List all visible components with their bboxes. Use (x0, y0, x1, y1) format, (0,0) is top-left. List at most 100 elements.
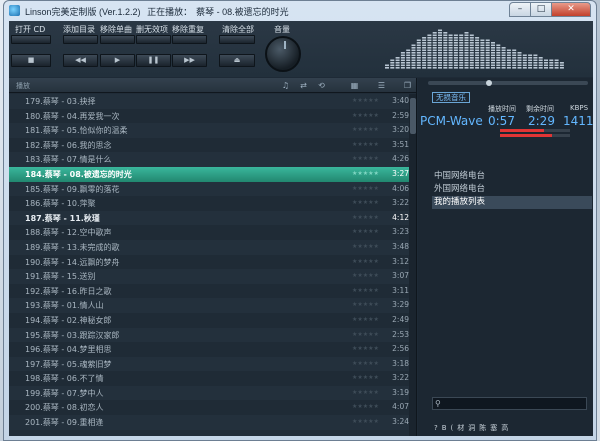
volume-label: 音量 (274, 25, 290, 34)
rating-stars[interactable]: ★★★★★ (352, 155, 379, 162)
rating-stars[interactable]: ★★★★★ (352, 301, 379, 308)
play-button[interactable]: ▶ (100, 54, 135, 67)
track-row[interactable]: 196.蔡琴 - 04.梦里相思 ★★★★★ 2:56 (9, 342, 409, 357)
music-note-icon[interactable]: ♫ (281, 81, 290, 90)
minimize-button[interactable]: – (509, 2, 531, 17)
maximize-button[interactable]: □ (530, 2, 552, 17)
track-row[interactable]: 183.蔡琴 - 07.情是什么 ★★★★★ 4:26 (9, 152, 409, 167)
bitrate-display: 1411 (563, 114, 594, 128)
previous-button[interactable]: ◀◀ (63, 54, 98, 67)
track-row[interactable]: 184.蔡琴 - 08.被遗忘的时光 ★★★★★ 3:27 (9, 166, 409, 182)
track-name: 197.蔡琴 - 05.魂萦旧梦 (25, 359, 112, 369)
rating-stars[interactable]: ★★★★★ (352, 272, 379, 279)
rating-stars[interactable]: ★★★★★ (352, 403, 379, 410)
track-row[interactable]: 193.蔡琴 - 01.情人山 ★★★★★ 3:29 (9, 298, 409, 313)
rating-stars[interactable]: ★★★★★ (352, 199, 379, 206)
rating-stars[interactable]: ★★★★★ (352, 228, 379, 235)
track-row[interactable]: 181.蔡琴 - 05.恰似你的温柔 ★★★★★ 3:20 (9, 123, 409, 138)
track-row[interactable]: 189.蔡琴 - 13.未完成的歌 ★★★★★ 3:48 (9, 239, 409, 255)
playlist-item[interactable]: 中国网络电台 (432, 170, 592, 183)
tab-lossless[interactable]: 无损音乐 (432, 92, 470, 103)
track-row[interactable]: 201.蔡琴 - 09.重相逢 ★★★★★ 3:24 (9, 415, 409, 430)
track-row[interactable]: 191.蔡琴 - 15.送别 ★★★★★ 3:07 (9, 269, 409, 284)
track-row[interactable]: 190.蔡琴 - 14.远飘的梦舟 ★★★★★ 3:12 (9, 254, 409, 270)
volume-knob[interactable] (265, 36, 301, 72)
tool-button[interactable]: 塞 (490, 423, 497, 433)
track-row[interactable]: 188.蔡琴 - 12.空中歌声 ★★★★★ 3:23 (9, 225, 409, 240)
close-button[interactable]: ✕ (551, 2, 591, 17)
track-row[interactable]: 185.蔡琴 - 09.飘零的落花 ★★★★★ 4:06 (9, 181, 409, 197)
rating-stars[interactable]: ★★★★★ (352, 170, 379, 177)
scrollbar-thumb[interactable] (410, 98, 416, 134)
rating-stars[interactable]: ★★★★★ (352, 287, 379, 294)
tool-button[interactable]: 陈 (479, 423, 486, 433)
tool-button[interactable]: B (442, 424, 447, 432)
rating-stars[interactable]: ★★★★★ (352, 126, 379, 133)
track-duration: 4:07 (392, 402, 409, 412)
rating-stars[interactable]: ★★★★★ (352, 97, 379, 104)
rating-stars[interactable]: ★★★★★ (352, 360, 379, 367)
playlist-item[interactable]: 外国网络电台 (432, 183, 592, 196)
track-row[interactable]: 179.蔡琴 - 03.抉择 ★★★★★ 3:40 (9, 94, 409, 109)
seek-handle[interactable] (486, 80, 492, 86)
rating-stars[interactable]: ★★★★★ (352, 112, 379, 119)
rating-stars[interactable]: ★★★★★ (352, 418, 379, 425)
track-row[interactable]: 192.蔡琴 - 16.昨日之歌 ★★★★★ 3:11 (9, 283, 409, 299)
grid-view-icon[interactable]: ▦ (350, 81, 359, 90)
rating-stars[interactable]: ★★★★★ (352, 345, 379, 352)
tool-strip: ? B (材洞陈塞高 (434, 423, 512, 433)
rating-stars[interactable]: ★★★★★ (352, 243, 379, 250)
search-input[interactable]: ⚲ (432, 397, 587, 410)
track-row[interactable]: 198.蔡琴 - 06.不了情 ★★★★★ 3:22 (9, 371, 409, 386)
clear-all-button[interactable] (219, 35, 255, 44)
tool-button[interactable]: 洞 (468, 423, 475, 433)
track-row[interactable]: 182.蔡琴 - 06.我的思念 ★★★★★ 3:51 (9, 137, 409, 153)
open-cd-button[interactable] (11, 35, 51, 44)
track-row[interactable]: 180.蔡琴 - 04.再爱我一次 ★★★★★ 2:59 (9, 108, 409, 124)
track-list-scrollbar[interactable] (409, 94, 416, 436)
list-view-icon[interactable]: ☰ (377, 81, 386, 90)
track-duration: 3:51 (392, 139, 409, 149)
track-row[interactable]: 199.蔡琴 - 07.梦中人 ★★★★★ 3:19 (9, 385, 409, 401)
eject-button[interactable]: ⏏ (219, 54, 255, 67)
track-name: 180.蔡琴 - 04.再爱我一次 (25, 111, 120, 121)
rating-stars[interactable]: ★★★★★ (352, 331, 379, 338)
tool-button[interactable]: ? (434, 424, 438, 432)
track-name: 195.蔡琴 - 03.跟踪汉家郎 (25, 330, 120, 340)
pause-button[interactable]: ❚❚ (136, 54, 171, 67)
window-mode-icon[interactable]: ❐ (403, 81, 412, 90)
track-name: 186.蔡琴 - 10.萍聚 (25, 199, 96, 209)
playlist-item[interactable]: 我的播放列表 (432, 196, 592, 209)
title-bar[interactable]: Linson完美定制版 (Ver.1.2.2) 正在播放： 蔡琴 - 08.被遗忘… (4, 1, 596, 21)
rating-stars[interactable]: ★★★★★ (352, 389, 379, 396)
stop-button[interactable]: ■ (11, 54, 51, 67)
repeat-icon[interactable]: ⟲ (317, 81, 326, 90)
rating-stars[interactable]: ★★★★★ (352, 141, 379, 148)
track-row[interactable]: 200.蔡琴 - 08.初恋人 ★★★★★ 4:07 (9, 400, 409, 416)
rating-stars[interactable]: ★★★★★ (352, 214, 379, 221)
track-name: 185.蔡琴 - 09.飘零的落花 (25, 184, 120, 194)
remove-one-button[interactable] (100, 35, 135, 44)
track-row[interactable]: 195.蔡琴 - 03.跟踪汉家郎 ★★★★★ 2:53 (9, 327, 409, 343)
track-row[interactable]: 197.蔡琴 - 05.魂萦旧梦 ★★★★★ 3:18 (9, 356, 409, 372)
seek-bar[interactable] (428, 80, 588, 86)
remove-invalid-button[interactable] (136, 35, 171, 44)
track-name: 182.蔡琴 - 06.我的思念 (25, 140, 112, 150)
shuffle-icon[interactable]: ⇄ (299, 81, 308, 90)
rating-stars[interactable]: ★★★★★ (352, 258, 379, 265)
rating-stars[interactable]: ★★★★★ (352, 374, 379, 381)
tool-button[interactable]: 高 (501, 423, 508, 433)
remaining-time-label: 剩余时间 (526, 105, 554, 113)
track-row[interactable]: 186.蔡琴 - 10.萍聚 ★★★★★ 3:22 (9, 196, 409, 211)
track-duration: 3:12 (392, 256, 409, 266)
add-dir-button[interactable] (63, 35, 98, 44)
rating-stars[interactable]: ★★★★★ (352, 316, 379, 323)
remove-dup-button[interactable] (172, 35, 207, 44)
rating-stars[interactable]: ★★★★★ (352, 185, 379, 192)
tool-button[interactable]: ( (451, 424, 454, 432)
track-duration: 3:18 (392, 358, 409, 368)
next-button[interactable]: ▶▶ (172, 54, 207, 67)
track-row[interactable]: 194.蔡琴 - 02.神秘女郎 ★★★★★ 2:49 (9, 312, 409, 328)
track-row[interactable]: 187.蔡琴 - 11.秋瑾 ★★★★★ 4:12 (9, 210, 409, 226)
tool-button[interactable]: 材 (457, 423, 464, 433)
